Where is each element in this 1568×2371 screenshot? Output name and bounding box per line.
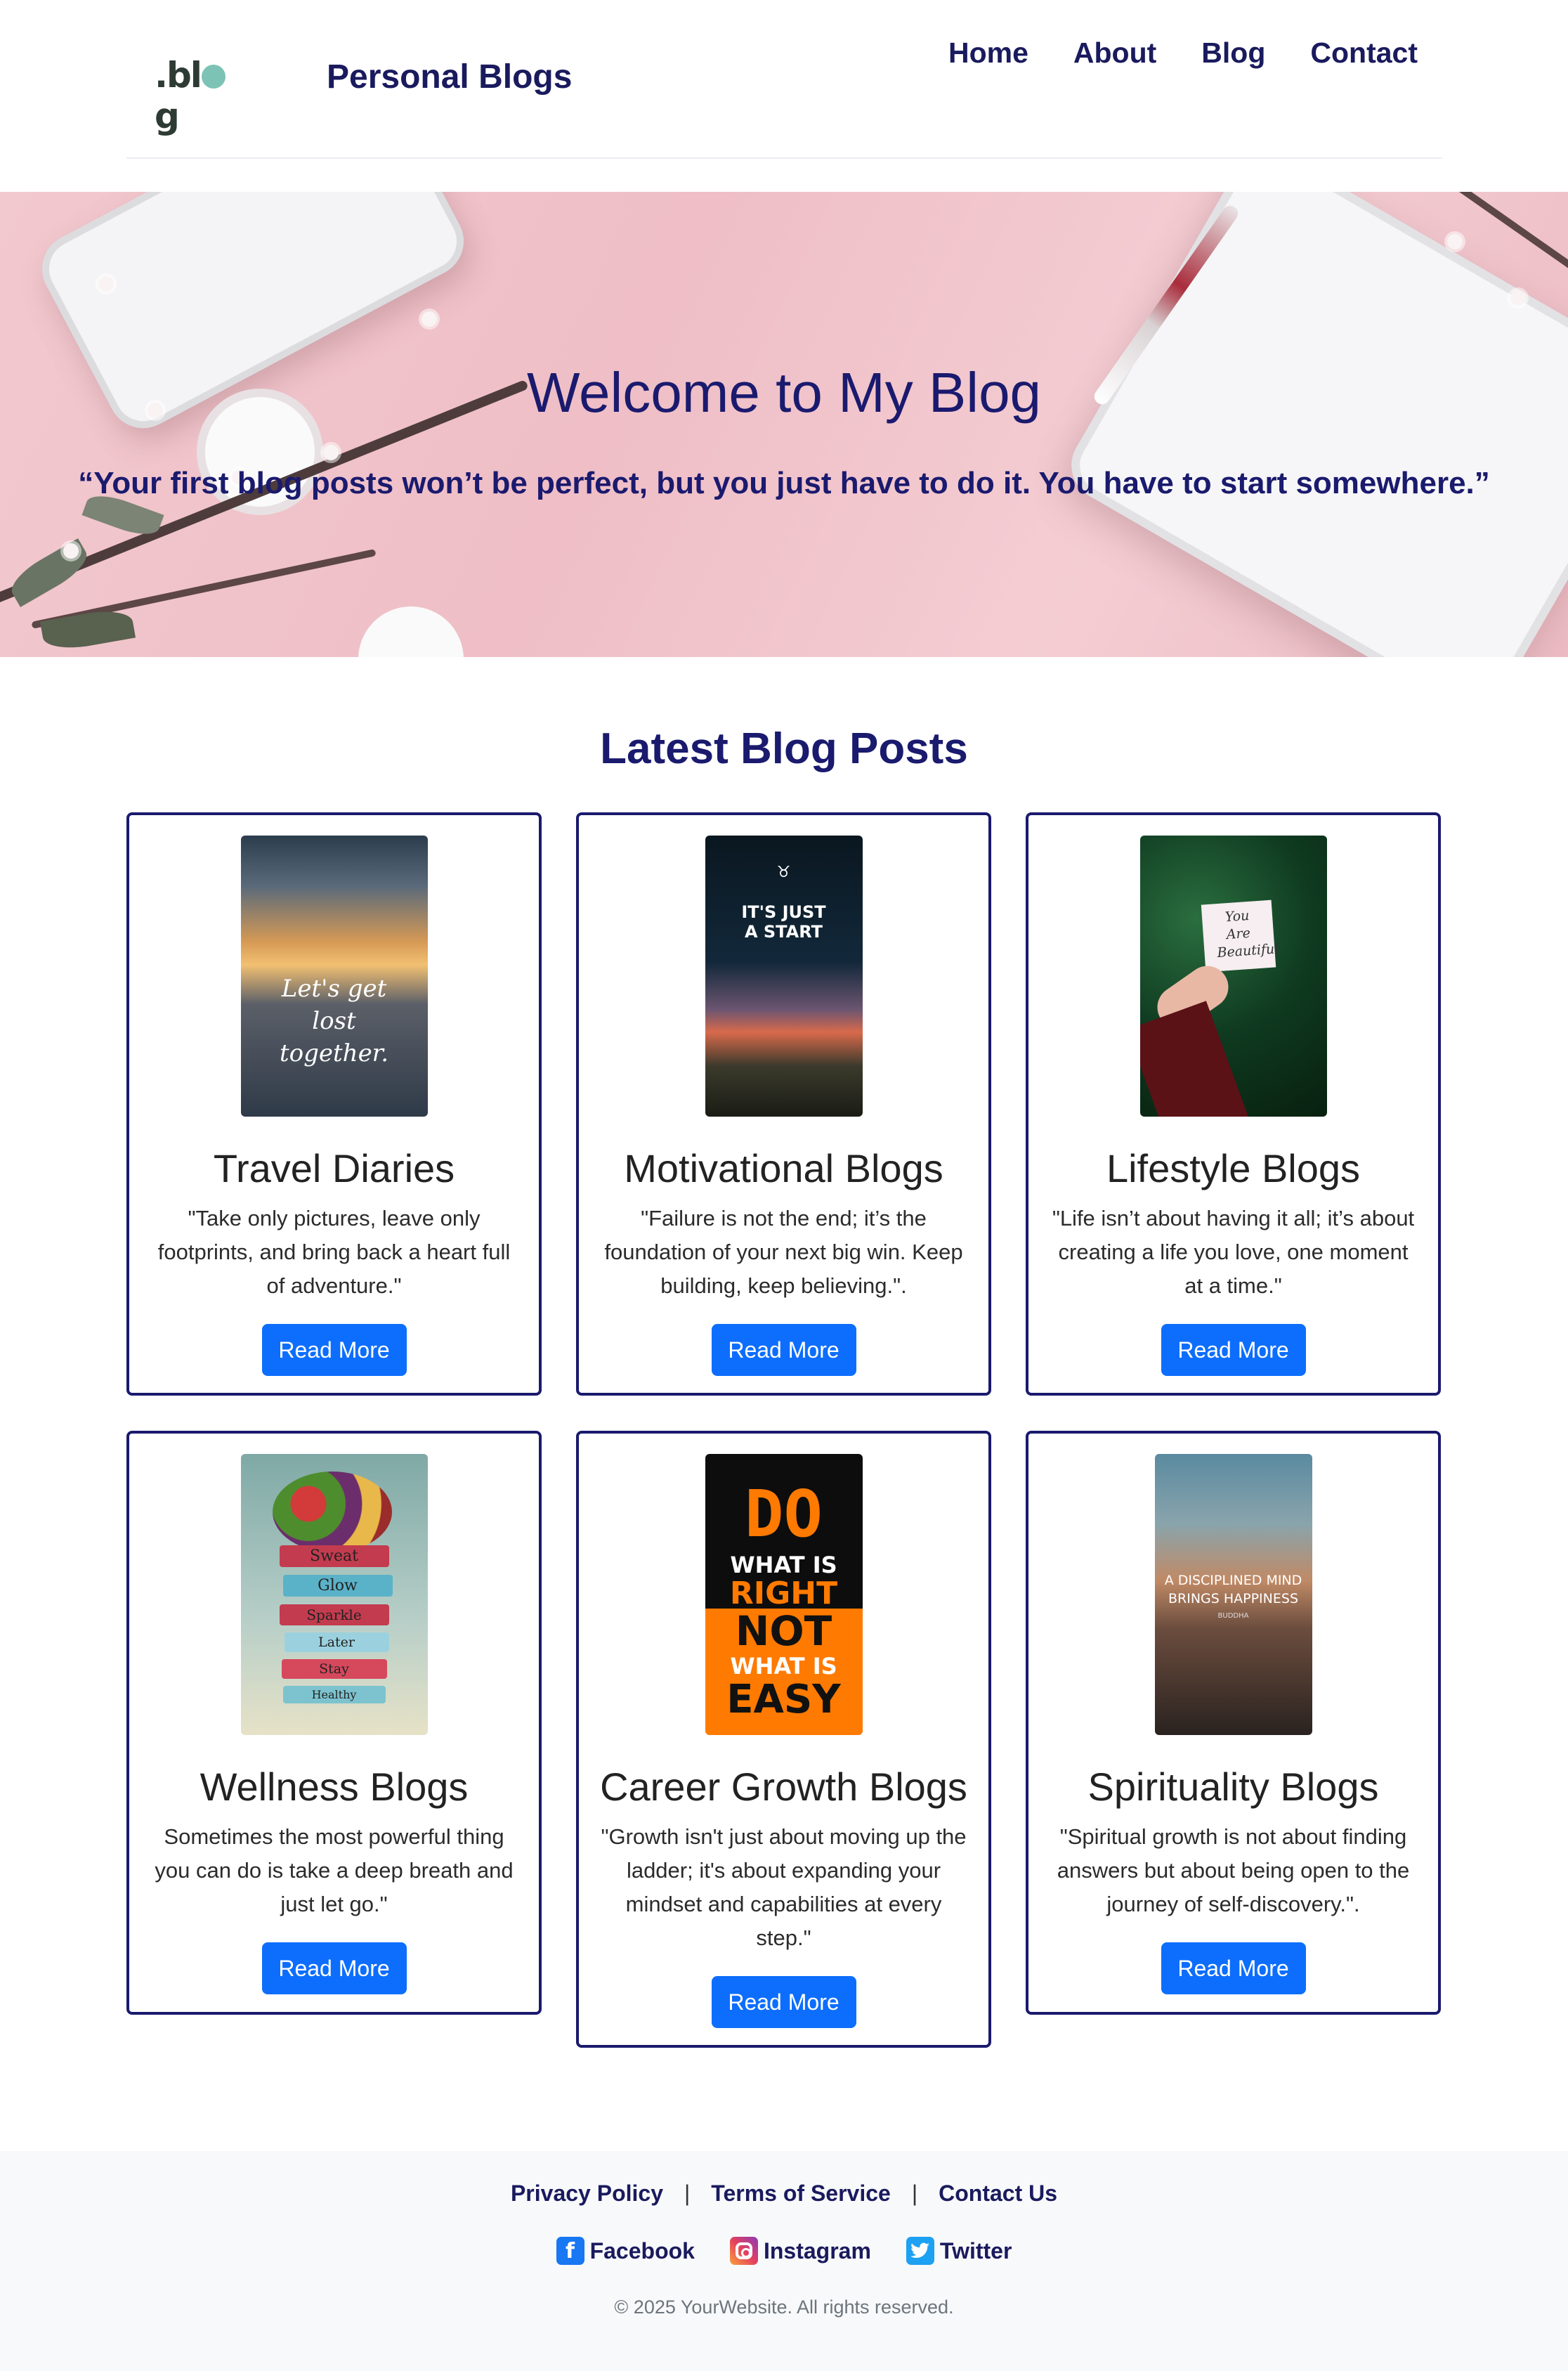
footer-separator: | bbox=[911, 2181, 918, 2206]
hero-blossom-graphic bbox=[323, 445, 339, 460]
thumbnail-caption-line: NOT bbox=[735, 1607, 832, 1655]
read-more-button[interactable]: Read More bbox=[711, 1976, 856, 2028]
thumbnail-note: You Are Beautiful bbox=[1201, 899, 1279, 973]
social-label: Twitter bbox=[939, 2237, 1012, 2263]
thumbnail-sleeve bbox=[1139, 1001, 1252, 1117]
post-title: Career Growth Blogs bbox=[600, 1765, 967, 1809]
thumbnail-caption-line: DO bbox=[745, 1476, 823, 1552]
nav-contact[interactable]: Contact bbox=[1310, 37, 1418, 70]
post-excerpt: "Life isn’t about having it all; it’s ab… bbox=[1052, 1206, 1415, 1298]
post-title: Travel Diaries bbox=[213, 1146, 455, 1190]
post-title: Wellness Blogs bbox=[200, 1765, 469, 1809]
thumbnail-caption-line: WHAT IS bbox=[730, 1653, 837, 1680]
nav-blog[interactable]: Blog bbox=[1201, 37, 1265, 70]
social-label: Facebook bbox=[589, 2237, 695, 2263]
post-excerpt: "Spiritual growth is not about finding a… bbox=[1057, 1824, 1410, 1916]
twitter-icon bbox=[906, 2237, 934, 2265]
social-facebook[interactable]: f Facebook bbox=[556, 2237, 695, 2265]
post-thumbnail[interactable]: You Are Beautiful bbox=[1139, 836, 1327, 1117]
hero-cup-graphic bbox=[358, 606, 464, 657]
social-instagram[interactable]: Instagram bbox=[729, 2237, 871, 2265]
hero-blossom-graphic bbox=[98, 276, 114, 292]
social-label: Instagram bbox=[763, 2237, 871, 2263]
post-card-motivational: ♉ IT'S JUST A START Motivational Blogs "… bbox=[576, 812, 991, 1396]
post-title: Spirituality Blogs bbox=[1087, 1765, 1379, 1809]
thumbnail-caption-line: EASY bbox=[726, 1677, 841, 1722]
post-thumbnail[interactable]: DO WHAT IS RIGHT NOT WHAT IS EASY bbox=[705, 1454, 863, 1735]
post-thumbnail[interactable]: A DISCIPLINED MIND BRINGS HAPPINESS BUDD… bbox=[1154, 1454, 1312, 1735]
hero-banner: Welcome to My Blog “Your first blog post… bbox=[0, 192, 1568, 657]
social-links: f Facebook Instagram Twitter bbox=[0, 2237, 1568, 2265]
site-header: .blg Personal Blogs Home About Blog Cont… bbox=[126, 0, 1442, 159]
thumbnail-caption-line: BUDDHA bbox=[1217, 1612, 1249, 1620]
post-excerpt: "Take only pictures, leave only footprin… bbox=[157, 1206, 511, 1298]
section-title: Latest Blog Posts bbox=[600, 725, 968, 773]
footer-links: Privacy Policy | Terms of Service | Cont… bbox=[0, 2181, 1568, 2207]
site-footer: Privacy Policy | Terms of Service | Cont… bbox=[0, 2151, 1568, 2371]
thumbnail-caption: Let's get lost together. bbox=[279, 975, 389, 1067]
thumbnail-caption: You Are Beautiful bbox=[1216, 907, 1279, 961]
post-card-career: DO WHAT IS RIGHT NOT WHAT IS EASY Career… bbox=[576, 1431, 991, 2048]
instagram-icon bbox=[729, 2237, 758, 2265]
hero-quote: “Your first blog posts won’t be perfect,… bbox=[78, 466, 1490, 500]
read-more-button[interactable]: Read More bbox=[261, 1942, 407, 1994]
post-excerpt: "Growth isn't just about moving up the l… bbox=[601, 1824, 967, 1950]
post-card-spirituality: A DISCIPLINED MIND BRINGS HAPPINESS BUDD… bbox=[1026, 1431, 1441, 2015]
thumbnail-book: Sparkle bbox=[279, 1604, 389, 1625]
thumbnail-book: Sweat bbox=[279, 1545, 389, 1567]
thumbnail-caption-line: RIGHT bbox=[729, 1576, 838, 1611]
read-more-button[interactable]: Read More bbox=[1161, 1324, 1306, 1376]
post-title: Lifestyle Blogs bbox=[1106, 1146, 1361, 1190]
thumbnail-book: Stay bbox=[281, 1659, 387, 1679]
post-card-travel: Let's get lost together. Travel Diaries … bbox=[126, 812, 542, 1396]
post-excerpt: Sometimes the most powerful thing you ca… bbox=[155, 1824, 514, 1916]
post-title: Motivational Blogs bbox=[624, 1146, 943, 1190]
nav-about[interactable]: About bbox=[1073, 37, 1156, 70]
footer-separator: | bbox=[684, 2181, 691, 2206]
thumbnail-book: Healthy bbox=[282, 1686, 386, 1703]
social-twitter[interactable]: Twitter bbox=[906, 2237, 1012, 2265]
post-thumbnail[interactable]: Let's get lost together. bbox=[240, 836, 428, 1117]
read-more-button[interactable]: Read More bbox=[1161, 1942, 1306, 1994]
footer-link-contact[interactable]: Contact Us bbox=[939, 2181, 1057, 2207]
read-more-button[interactable]: Read More bbox=[261, 1324, 407, 1376]
hero-title: Welcome to My Blog bbox=[526, 361, 1042, 424]
hero-leaf-graphic bbox=[5, 538, 93, 608]
footer-link-privacy[interactable]: Privacy Policy bbox=[511, 2181, 663, 2207]
logo-o-dot bbox=[201, 65, 226, 89]
thumbnail-caption-line: BRINGS HAPPINESS bbox=[1168, 1591, 1299, 1606]
facebook-icon: f bbox=[556, 2237, 584, 2265]
hero-blossom-graphic bbox=[1510, 290, 1526, 306]
thumbnail-caption-line: WHAT IS bbox=[730, 1552, 837, 1578]
thumbnail-caption: IT'S JUST A START bbox=[741, 902, 826, 942]
post-thumbnail[interactable]: ♉ IT'S JUST A START bbox=[705, 836, 863, 1117]
post-card-lifestyle: You Are Beautiful Lifestyle Blogs "Life … bbox=[1026, 812, 1441, 1396]
main-nav: Home About Blog Contact bbox=[948, 37, 1418, 70]
hero-leaf-graphic bbox=[39, 606, 136, 654]
thumbnail-book: Later bbox=[284, 1632, 389, 1652]
read-more-button[interactable]: Read More bbox=[711, 1324, 856, 1376]
post-card-wellness: Sweat Glow Sparkle Later Stay Healthy We… bbox=[126, 1431, 542, 2015]
hero-blossom-graphic bbox=[1447, 234, 1463, 249]
thumbnail-emblem: ♉ bbox=[776, 864, 791, 881]
footer-link-terms[interactable]: Terms of Service bbox=[711, 2181, 891, 2207]
hero-blossom-graphic bbox=[422, 311, 437, 327]
thumbnail-fruit bbox=[272, 1472, 392, 1552]
thumbnail-book: Glow bbox=[282, 1575, 393, 1597]
nav-home[interactable]: Home bbox=[948, 37, 1028, 70]
hero-blossom-graphic bbox=[63, 543, 79, 559]
copyright: © 2025 YourWebsite. All rights reserved. bbox=[614, 2297, 954, 2318]
post-excerpt: "Failure is not the end; it’s the founda… bbox=[604, 1206, 963, 1298]
site-title[interactable]: Personal Blogs bbox=[327, 58, 572, 96]
thumbnail-caption-line: A DISCIPLINED MIND bbox=[1164, 1573, 1302, 1588]
post-thumbnail[interactable]: Sweat Glow Sparkle Later Stay Healthy bbox=[240, 1454, 428, 1735]
site-logo[interactable]: .blg bbox=[155, 55, 246, 136]
